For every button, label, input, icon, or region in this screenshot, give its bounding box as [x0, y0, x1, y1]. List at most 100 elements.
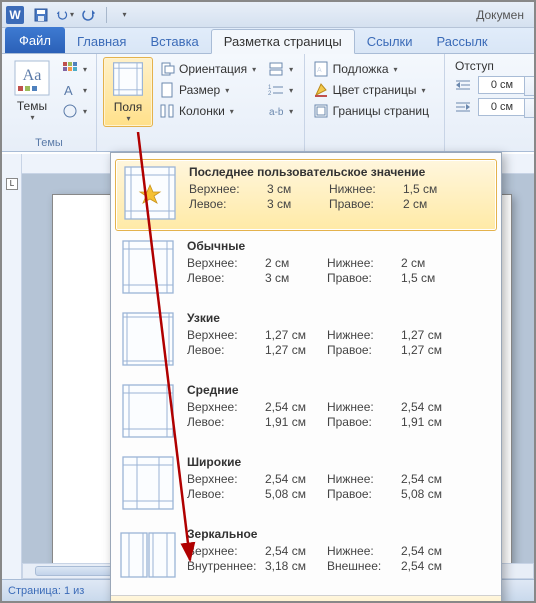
indent-left-spin[interactable]: 0 см	[453, 75, 528, 95]
preset-top-value: 2,54 см	[265, 400, 327, 414]
preset-bottom-value: 1,27 см	[401, 328, 461, 342]
undo-icon	[56, 8, 69, 22]
theme-parts: ▾ A▾ ▾	[60, 59, 89, 121]
save-button[interactable]	[32, 6, 50, 24]
tab-page-layout[interactable]: Разметка страницы	[211, 29, 355, 54]
svg-text:Aa: Aa	[23, 67, 42, 84]
preset-bottom-value: 2,54 см	[401, 400, 461, 414]
svg-text:A: A	[317, 67, 322, 74]
preset-top-value: 3 см	[267, 182, 329, 196]
margin-preset-last[interactable]: Последнее пользовательское значение Верх…	[115, 159, 497, 231]
group-themes: Aa Темы ▾ ▾ A▾ ▾ Темы	[2, 54, 97, 151]
hyphenation-button[interactable]: a-b▾	[266, 101, 295, 121]
columns-button[interactable]: Колонки▾	[157, 101, 258, 121]
preset-right-value: 2 см	[403, 197, 463, 211]
preset-left-label: Левое:	[189, 197, 267, 211]
preset-right-label: Правое:	[327, 271, 401, 285]
group-page-background: AПодложка▾ Цвет страницы▾ Границы страни…	[305, 54, 445, 151]
preset-top-label: Верхнее:	[187, 328, 265, 342]
page-status: Страница: 1 из	[8, 585, 84, 597]
preset-top-label: Верхнее:	[187, 256, 265, 270]
quick-access-toolbar: ▾ ▾	[32, 6, 133, 24]
page-color-button[interactable]: Цвет страницы▾	[311, 80, 431, 100]
margin-preset-wide[interactable]: Широкие Верхнее: 2,54 см Нижнее: 2,54 см…	[113, 449, 499, 521]
margins-label: Поля	[114, 100, 143, 114]
preset-bottom-label: Нижнее:	[327, 400, 401, 414]
margins-button[interactable]: Поля ▾	[103, 57, 153, 127]
size-button[interactable]: Размер▾	[157, 80, 258, 100]
redo-icon	[82, 8, 96, 22]
themes-icon: Aa	[14, 60, 50, 96]
save-icon	[34, 8, 48, 22]
theme-fonts-button[interactable]: A▾	[60, 80, 89, 100]
preset-left-value: 1,27 см	[265, 343, 327, 357]
ribbon: Aa Темы ▾ ▾ A▾ ▾ Темы	[2, 54, 534, 152]
preset-title: Обычные	[187, 239, 493, 253]
preset-top-value: 1,27 см	[265, 328, 327, 342]
themes-button[interactable]: Aa Темы ▾	[8, 57, 56, 125]
indent-right-spin[interactable]: 0 см	[453, 97, 528, 117]
margin-preset-narrow[interactable]: Узкие Верхнее: 1,27 см Нижнее: 1,27 см Л…	[113, 305, 499, 377]
preset-right-value: 2,54 см	[401, 559, 461, 573]
group-page-background-label	[311, 135, 438, 151]
margin-presets: Последнее пользовательское значение Верх…	[111, 153, 501, 595]
indent-right-icon	[455, 99, 471, 115]
preset-bottom-value: 1,5 см	[403, 182, 463, 196]
margin-preset-mirrored[interactable]: Зеркальное Верхнее: 2,54 см Нижнее: 2,54…	[113, 521, 499, 593]
preset-left-value: 3 см	[267, 197, 329, 211]
preset-right-value: 1,27 см	[401, 343, 461, 357]
tab-home[interactable]: Главная	[65, 30, 138, 53]
preset-bottom-label: Нижнее:	[327, 472, 401, 486]
undo-button[interactable]: ▾	[56, 6, 74, 24]
preset-bottom-label: Нижнее:	[329, 182, 403, 196]
page-borders-button[interactable]: Границы страниц	[311, 101, 431, 121]
tab-insert[interactable]: Вставка	[138, 30, 210, 53]
preset-top-value: 2 см	[265, 256, 327, 270]
preset-title: Последнее пользовательское значение	[189, 165, 491, 179]
indent-right-value[interactable]: 0 см	[478, 98, 526, 116]
preset-right-value: 1,91 см	[401, 415, 461, 429]
tab-references[interactable]: Ссылки	[355, 30, 425, 53]
redo-button[interactable]	[80, 6, 98, 24]
line-numbers-icon: 12	[268, 82, 284, 98]
svg-text:a-b: a-b	[269, 107, 284, 118]
tab-file[interactable]: Файл	[5, 27, 65, 53]
watermark-icon: A	[313, 61, 329, 77]
preset-top-label: Верхнее:	[187, 472, 265, 486]
preset-left-label: Левое:	[187, 343, 265, 357]
preset-bottom-label: Нижнее:	[327, 544, 401, 558]
orientation-button[interactable]: Ориентация▾	[157, 59, 258, 79]
preset-right-label: Правое:	[327, 415, 401, 429]
margin-preset-moderate[interactable]: Средние Верхнее: 2,54 см Нижнее: 2,54 см…	[113, 377, 499, 449]
preset-bottom-value: 2,54 см	[401, 544, 461, 558]
preset-left-value: 3,18 см	[265, 559, 327, 573]
tab-mailings[interactable]: Рассылк	[425, 30, 500, 53]
line-numbers-button[interactable]: 12▾	[266, 80, 295, 100]
margins-icon	[110, 61, 146, 97]
dropdown-icon: ▾	[126, 114, 130, 123]
vertical-ruler[interactable]: L	[2, 154, 22, 579]
preset-left-label: Левое:	[187, 271, 265, 285]
theme-colors-button[interactable]: ▾	[60, 59, 89, 79]
preset-top-value: 2,54 см	[265, 472, 327, 486]
title-bar: W ▾ ▾ Докумен	[2, 2, 534, 28]
group-page-setup: Поля ▾ Ориентация▾ Размер▾ Колонки▾ ▾ 12…	[97, 54, 305, 151]
word-app-icon[interactable]: W	[6, 6, 24, 24]
group-paragraph: Отступ 0 см 0 см	[445, 54, 534, 151]
theme-effects-button[interactable]: ▾	[60, 101, 89, 121]
indent-left-value[interactable]: 0 см	[478, 76, 526, 94]
document-title: Докумен	[476, 8, 530, 22]
preset-left-value: 3 см	[265, 271, 327, 285]
page-borders-icon	[313, 103, 329, 119]
watermark-button[interactable]: AПодложка▾	[311, 59, 431, 79]
custom-margins-item[interactable]: Настраиваемые поля...	[111, 595, 501, 603]
tab-selector[interactable]: L	[6, 178, 18, 190]
preset-bottom-label: Нижнее:	[327, 256, 401, 270]
qat-customize[interactable]: ▾	[115, 6, 133, 24]
preset-title: Средние	[187, 383, 493, 397]
margin-preset-normal[interactable]: Обычные Верхнее: 2 см Нижнее: 2 см Левое…	[113, 233, 499, 305]
breaks-icon	[268, 61, 284, 77]
hyphenation-icon: a-b	[268, 103, 284, 119]
preset-bottom-value: 2 см	[401, 256, 461, 270]
breaks-button[interactable]: ▾	[266, 59, 295, 79]
